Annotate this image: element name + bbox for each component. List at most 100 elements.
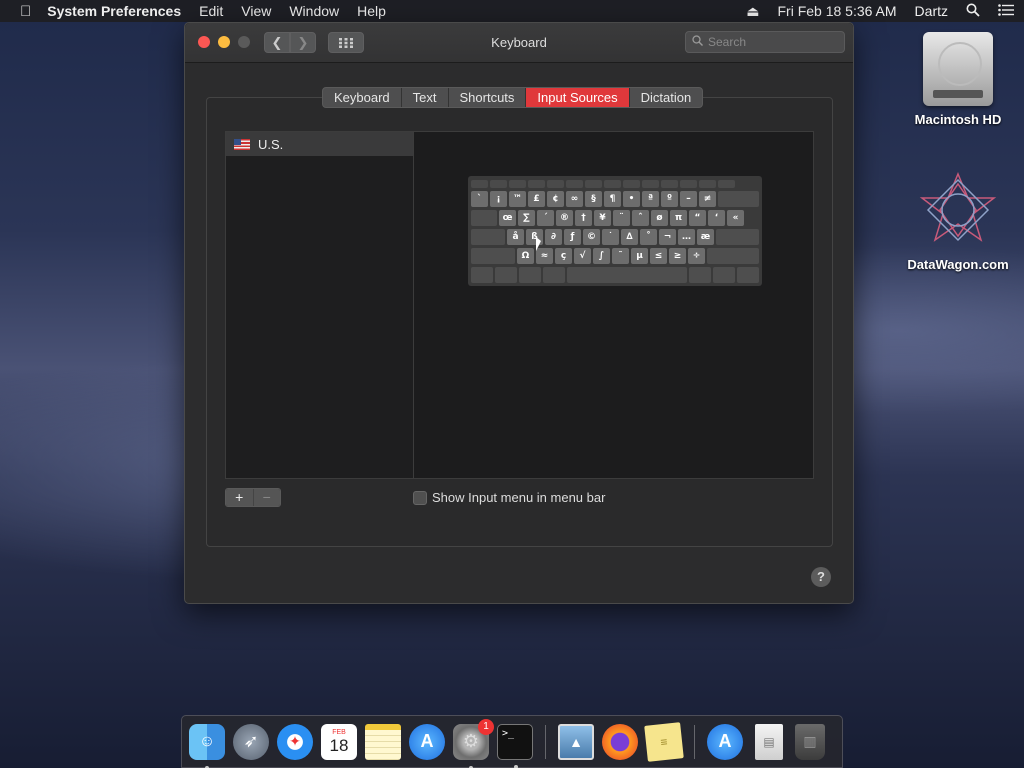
tab-keyboard[interactable]: Keyboard <box>323 88 402 107</box>
notification-center-icon[interactable] <box>998 3 1014 19</box>
keyboard-key: ≠ <box>699 191 716 207</box>
function-key <box>661 180 678 188</box>
list-controls: + − <box>225 488 281 507</box>
keyboard-key <box>689 267 711 283</box>
spotlight-icon[interactable] <box>966 3 980 20</box>
keyboard-key: … <box>678 229 695 245</box>
function-key <box>509 180 526 188</box>
function-key <box>680 180 697 188</box>
keyboard-key: ∑ <box>518 210 535 226</box>
keyboard-key: “ <box>689 210 706 226</box>
keyboard-key: † <box>575 210 592 226</box>
compass-icon: ✦ <box>289 733 301 749</box>
show-input-menu-checkbox[interactable] <box>413 490 427 505</box>
add-input-source-button[interactable]: + <box>226 489 253 506</box>
dock-launchpad[interactable]: ➶ <box>233 723 269 760</box>
keyboard-key <box>567 267 687 283</box>
menu-help[interactable]: Help <box>357 3 386 19</box>
dock-app-store[interactable]: A <box>409 723 445 760</box>
menu-clock[interactable]: Fri Feb 18 5:36 AM <box>777 3 896 19</box>
keyboard-key: ¶ <box>604 191 621 207</box>
menu-edit[interactable]: Edit <box>199 3 223 19</box>
keyboard-key: ¥ <box>594 210 611 226</box>
dock-terminal[interactable]: >_ <box>497 723 533 768</box>
dock-separator <box>694 724 695 759</box>
desktop-icon-label: DataWagon.com <box>907 257 1009 272</box>
keyboard-key <box>737 267 759 283</box>
apple-menu-icon[interactable]:  <box>20 3 31 20</box>
rocket-icon: ➶ <box>243 731 259 751</box>
keyboard-preview-pane: ` ¡ ™ £ ¢ ∞ § ¶ • ª º – ≠ œ ∑ ´ ® † ¥ ¨ ˆ ø π “‘« å ß ∂ ƒ © ˙ ∆ ˚ ¬… æ Ω ≈ ç… <box>414 131 814 479</box>
keyboard-key <box>471 210 497 226</box>
desktop-icon-macintosh-hd[interactable]: Macintosh HD <box>903 32 1013 127</box>
keyboard-row: å ß ∂ ƒ © ˙ ∆ ˚ ¬… æ <box>471 229 759 245</box>
search-icon <box>692 35 703 49</box>
dock-firefox[interactable] <box>602 723 638 760</box>
dock-safari[interactable]: ✦ <box>277 723 313 760</box>
function-key <box>718 180 735 188</box>
function-key <box>566 180 583 188</box>
dock-notes[interactable] <box>365 723 401 760</box>
mouse-cursor <box>536 237 541 251</box>
calendar-day: 18 <box>329 736 349 755</box>
finder-icon: ☺ <box>198 732 216 750</box>
tab-bar: Keyboard Text Shortcuts Input Sources Di… <box>322 87 704 108</box>
dock-calendar[interactable]: FEB 18 <box>321 723 357 760</box>
show-input-menu-option[interactable]: Show Input menu in menu bar <box>413 490 605 505</box>
dock-document[interactable]: ▤ <box>755 723 783 760</box>
keyboard-key: æ <box>697 229 714 245</box>
keyboard-key: ` <box>471 191 488 207</box>
keyboard-key: ∆ <box>621 229 638 245</box>
function-key <box>642 180 659 188</box>
search-field[interactable]: Search <box>685 31 845 53</box>
menu-window[interactable]: Window <box>289 3 339 19</box>
keyboard-key: ¬ <box>659 229 676 245</box>
keyboard-key: ™ <box>509 191 526 207</box>
dock-app-store-folder[interactable]: A <box>707 723 743 760</box>
tab-shortcuts[interactable]: Shortcuts <box>449 88 527 107</box>
dock-stickies[interactable]: ≡ <box>644 721 684 762</box>
menu-app-name[interactable]: System Preferences <box>47 3 181 19</box>
dock-trash[interactable]: ▥ <box>795 723 825 760</box>
notification-badge: 1 <box>478 718 494 735</box>
menu-user[interactable]: Dartz <box>915 3 948 19</box>
desktop-icon-datawagon[interactable]: DataWagon.com <box>903 170 1013 272</box>
title-bar[interactable]: ❮ ❯ Keyboard Search <box>185 23 853 63</box>
keyboard-key: ç <box>555 248 572 264</box>
input-sources-list[interactable]: U.S. <box>225 131 414 479</box>
dock-preview[interactable]: ▲ <box>558 723 594 760</box>
tab-text[interactable]: Text <box>402 88 449 107</box>
keyboard-key <box>718 191 759 207</box>
dock-finder[interactable]: ☺ <box>189 723 225 768</box>
menu-view[interactable]: View <box>241 3 271 19</box>
dock-system-preferences[interactable]: ⚙ 1 <box>453 718 494 768</box>
function-key <box>623 180 640 188</box>
preview-icon: ▲ <box>569 733 583 750</box>
list-item-us[interactable]: U.S. <box>226 132 413 156</box>
keyboard-key: ¡ <box>490 191 507 207</box>
keyboard-preferences-window: ❮ ❯ Keyboard Search Keyboard Text Shortc… <box>184 22 854 604</box>
function-key <box>585 180 602 188</box>
tab-input-sources[interactable]: Input Sources <box>526 88 630 107</box>
keyboard-key <box>543 267 565 283</box>
keyboard-key: å <box>507 229 524 245</box>
desktop-icon-label: Macintosh HD <box>914 112 1002 127</box>
keyboard-key <box>519 267 541 283</box>
menu-bar:  System Preferences Edit View Window He… <box>0 0 1024 22</box>
keyboard-key: ‘ <box>708 210 725 226</box>
keyboard-row: œ ∑ ´ ® † ¥ ¨ ˆ ø π “‘« <box>471 210 759 226</box>
keyboard-key: ˜ <box>612 248 629 264</box>
function-key <box>528 180 545 188</box>
input-source-label: U.S. <box>258 136 284 152</box>
keyboard-key: ª <box>642 191 659 207</box>
keyboard-key: ® <box>556 210 573 226</box>
keyboard-key <box>495 267 517 283</box>
help-button[interactable]: ? <box>811 567 831 587</box>
keyboard-key: Ω <box>517 248 534 264</box>
function-key <box>547 180 564 188</box>
eject-icon[interactable]: ⏏ <box>746 3 759 20</box>
hard-drive-icon <box>923 32 993 106</box>
tab-dictation[interactable]: Dictation <box>630 88 703 107</box>
keyboard-key: ≤ <box>650 248 667 264</box>
remove-input-source-button[interactable]: − <box>252 489 280 506</box>
